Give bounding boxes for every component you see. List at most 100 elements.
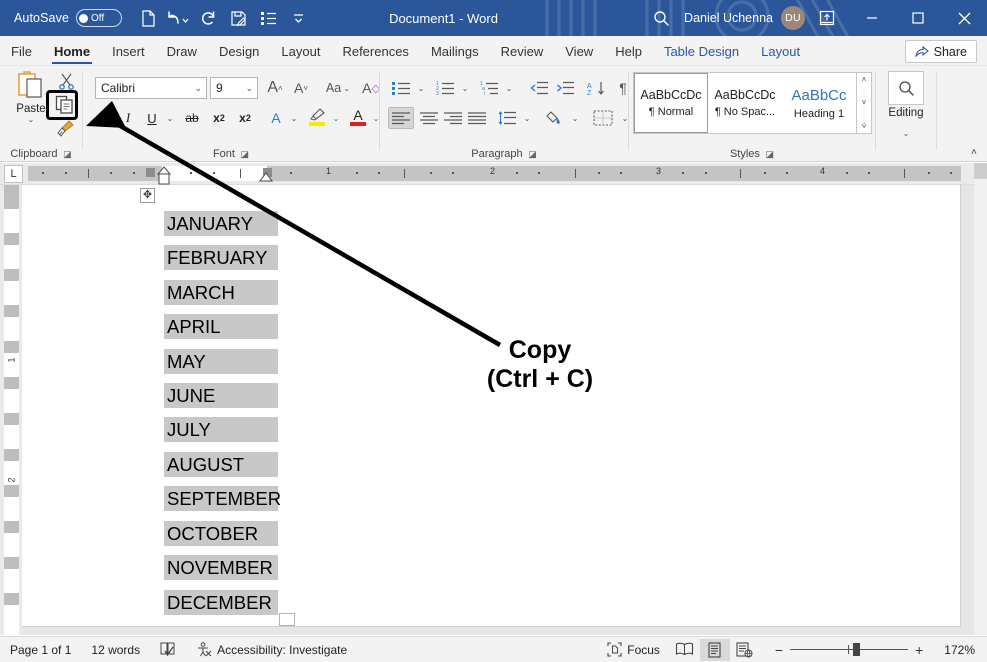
editing-chevron-down-icon[interactable]: ⌄ xyxy=(876,123,936,141)
tab-table-design[interactable]: Table Design xyxy=(653,37,750,65)
line-spacing-chevron-down-icon[interactable]: ⌄ xyxy=(520,107,534,129)
text-highlight-color-icon[interactable] xyxy=(305,104,329,130)
table-column-marker-left[interactable] xyxy=(146,168,155,177)
font-dialog-launcher[interactable]: ◪ xyxy=(238,149,249,159)
strikethrough-icon[interactable]: ab xyxy=(179,107,205,129)
collapse-ribbon-button[interactable]: ˄ xyxy=(971,147,977,158)
user-name[interactable]: Daniel Uchenna xyxy=(680,11,781,25)
right-indent-marker[interactable] xyxy=(259,172,273,182)
zoom-thumb[interactable] xyxy=(853,643,860,656)
font-color-icon[interactable]: A xyxy=(347,104,369,130)
cut-button[interactable] xyxy=(54,70,78,92)
table-cell[interactable]: MARCH xyxy=(164,280,278,305)
align-right-icon[interactable] xyxy=(440,107,466,129)
tab-table-layout[interactable]: Layout xyxy=(750,37,811,65)
tab-help[interactable]: Help xyxy=(604,37,653,65)
styles-dialog-launcher[interactable]: ◪ xyxy=(763,149,774,159)
word-count[interactable]: 12 words xyxy=(81,637,150,662)
document-area[interactable]: ✥ JANUARY FEBRUARY MARCH APRIL MAY JUNE … xyxy=(22,185,987,635)
style-item-heading-1[interactable]: AaBbCc Heading 1 xyxy=(782,73,856,133)
sort-icon[interactable]: AZ xyxy=(584,77,610,99)
bullets-chevron-down-icon[interactable]: ⌄ xyxy=(414,77,428,99)
underline-chevron-down-icon[interactable]: ⌄ xyxy=(163,107,177,129)
tab-view[interactable]: View xyxy=(554,37,604,65)
chevron-down-icon[interactable]: ⌄ xyxy=(194,83,202,94)
table-cell[interactable]: DECEMBER xyxy=(164,590,278,615)
table-cell[interactable]: JUNE xyxy=(164,383,278,408)
justify-icon[interactable] xyxy=(464,107,490,129)
text-effects-icon[interactable]: A xyxy=(265,107,287,129)
share-button[interactable]: Share xyxy=(905,40,977,63)
view-read-mode-button[interactable] xyxy=(670,639,700,661)
maximize-button[interactable] xyxy=(895,0,941,36)
horizontal-ruler[interactable]: L 1 2 3 4 xyxy=(0,163,987,185)
subscript-icon[interactable]: x2 xyxy=(207,107,231,129)
view-web-layout-button[interactable] xyxy=(730,639,760,661)
bullets-icon[interactable] xyxy=(254,5,282,31)
increase-indent-icon[interactable] xyxy=(552,77,578,99)
styles-more-icon[interactable]: ⩒ xyxy=(862,121,867,131)
page-indicator[interactable]: Page 1 of 1 xyxy=(0,637,81,662)
close-button[interactable] xyxy=(941,0,987,36)
tab-draw[interactable]: Draw xyxy=(156,37,208,65)
tab-design[interactable]: Design xyxy=(208,37,270,65)
table-cell[interactable]: JANUARY xyxy=(164,211,278,236)
minimize-button[interactable] xyxy=(849,0,895,36)
line-spacing-icon[interactable] xyxy=(494,107,520,129)
zoom-slider[interactable]: − + xyxy=(760,642,938,658)
borders-icon[interactable] xyxy=(588,107,618,129)
bullets-icon[interactable] xyxy=(388,77,414,99)
paragraph-dialog-launcher[interactable]: ◪ xyxy=(526,149,537,159)
tab-review[interactable]: Review xyxy=(490,37,555,65)
multilevel-list-icon[interactable]: 1ai xyxy=(476,77,502,99)
tab-insert[interactable]: Insert xyxy=(101,37,156,65)
table-cell[interactable]: APRIL xyxy=(164,314,278,339)
table-cell[interactable]: SEPTEMBER xyxy=(164,486,278,511)
undo-icon[interactable] xyxy=(164,5,192,31)
zoom-track[interactable] xyxy=(790,649,908,650)
tab-stop-selector[interactable]: L xyxy=(4,165,23,183)
font-size-input[interactable]: 9 ⌄ xyxy=(210,77,258,99)
focus-mode-button[interactable]: Focus xyxy=(597,637,670,662)
table-cell[interactable]: AUGUST xyxy=(164,452,278,477)
table-move-handle[interactable]: ✥ xyxy=(140,188,155,203)
editing-button[interactable] xyxy=(888,71,924,105)
table-cell[interactable]: OCTOBER xyxy=(164,521,278,546)
view-print-layout-button[interactable] xyxy=(700,639,730,661)
zoom-out-button[interactable]: − xyxy=(768,642,790,658)
highlight-chevron-down-icon[interactable]: ⌄ xyxy=(329,107,343,129)
numbering-icon[interactable]: 123 xyxy=(432,77,458,99)
italic-icon[interactable]: I xyxy=(117,107,139,129)
save-icon[interactable] xyxy=(224,5,252,31)
table-cell[interactable]: NOVEMBER xyxy=(164,555,278,580)
paste-chevron-down-icon[interactable]: ⌄ xyxy=(28,115,35,124)
chevron-down-icon[interactable]: ⌄ xyxy=(245,83,253,94)
format-painter-button[interactable] xyxy=(52,118,78,140)
clipboard-dialog-launcher[interactable]: ◪ xyxy=(61,149,72,159)
shading-chevron-down-icon[interactable]: ⌄ xyxy=(568,107,582,129)
align-center-icon[interactable] xyxy=(416,107,442,129)
styles-gallery-scrollbar[interactable]: ˄ ˅ ⩒ xyxy=(857,72,872,134)
avatar[interactable]: DU xyxy=(781,6,805,30)
superscript-icon[interactable]: x2 xyxy=(233,107,257,129)
new-document-icon[interactable] xyxy=(134,5,162,31)
underline-icon[interactable]: U xyxy=(141,107,163,129)
style-item-no-spacing[interactable]: AaBbCcDc ¶ No Spac... xyxy=(708,73,782,133)
font-name-input[interactable]: Calibri ⌄ xyxy=(95,77,207,99)
numbering-chevron-down-icon[interactable]: ⌄ xyxy=(458,77,472,99)
text-effects-chevron-down-icon[interactable]: ⌄ xyxy=(287,107,301,129)
scroll-up-icon[interactable]: ˄ xyxy=(862,75,867,84)
shrink-font-icon[interactable]: A˅ xyxy=(289,77,313,99)
multilevel-chevron-down-icon[interactable]: ⌄ xyxy=(502,77,516,99)
tab-home[interactable]: Home xyxy=(43,37,101,65)
first-line-indent-marker[interactable] xyxy=(156,166,172,185)
autosave-toggle[interactable]: Off xyxy=(76,9,122,27)
grow-font-icon[interactable]: A˄ xyxy=(263,77,287,99)
style-item-normal[interactable]: AaBbCcDc ¶ Normal xyxy=(634,73,708,133)
shading-icon[interactable] xyxy=(542,107,568,129)
zoom-in-button[interactable]: + xyxy=(908,642,930,658)
tab-mailings[interactable]: Mailings xyxy=(420,37,490,65)
tab-references[interactable]: References xyxy=(331,37,419,65)
decrease-indent-icon[interactable] xyxy=(526,77,552,99)
redo-icon[interactable] xyxy=(194,5,222,31)
